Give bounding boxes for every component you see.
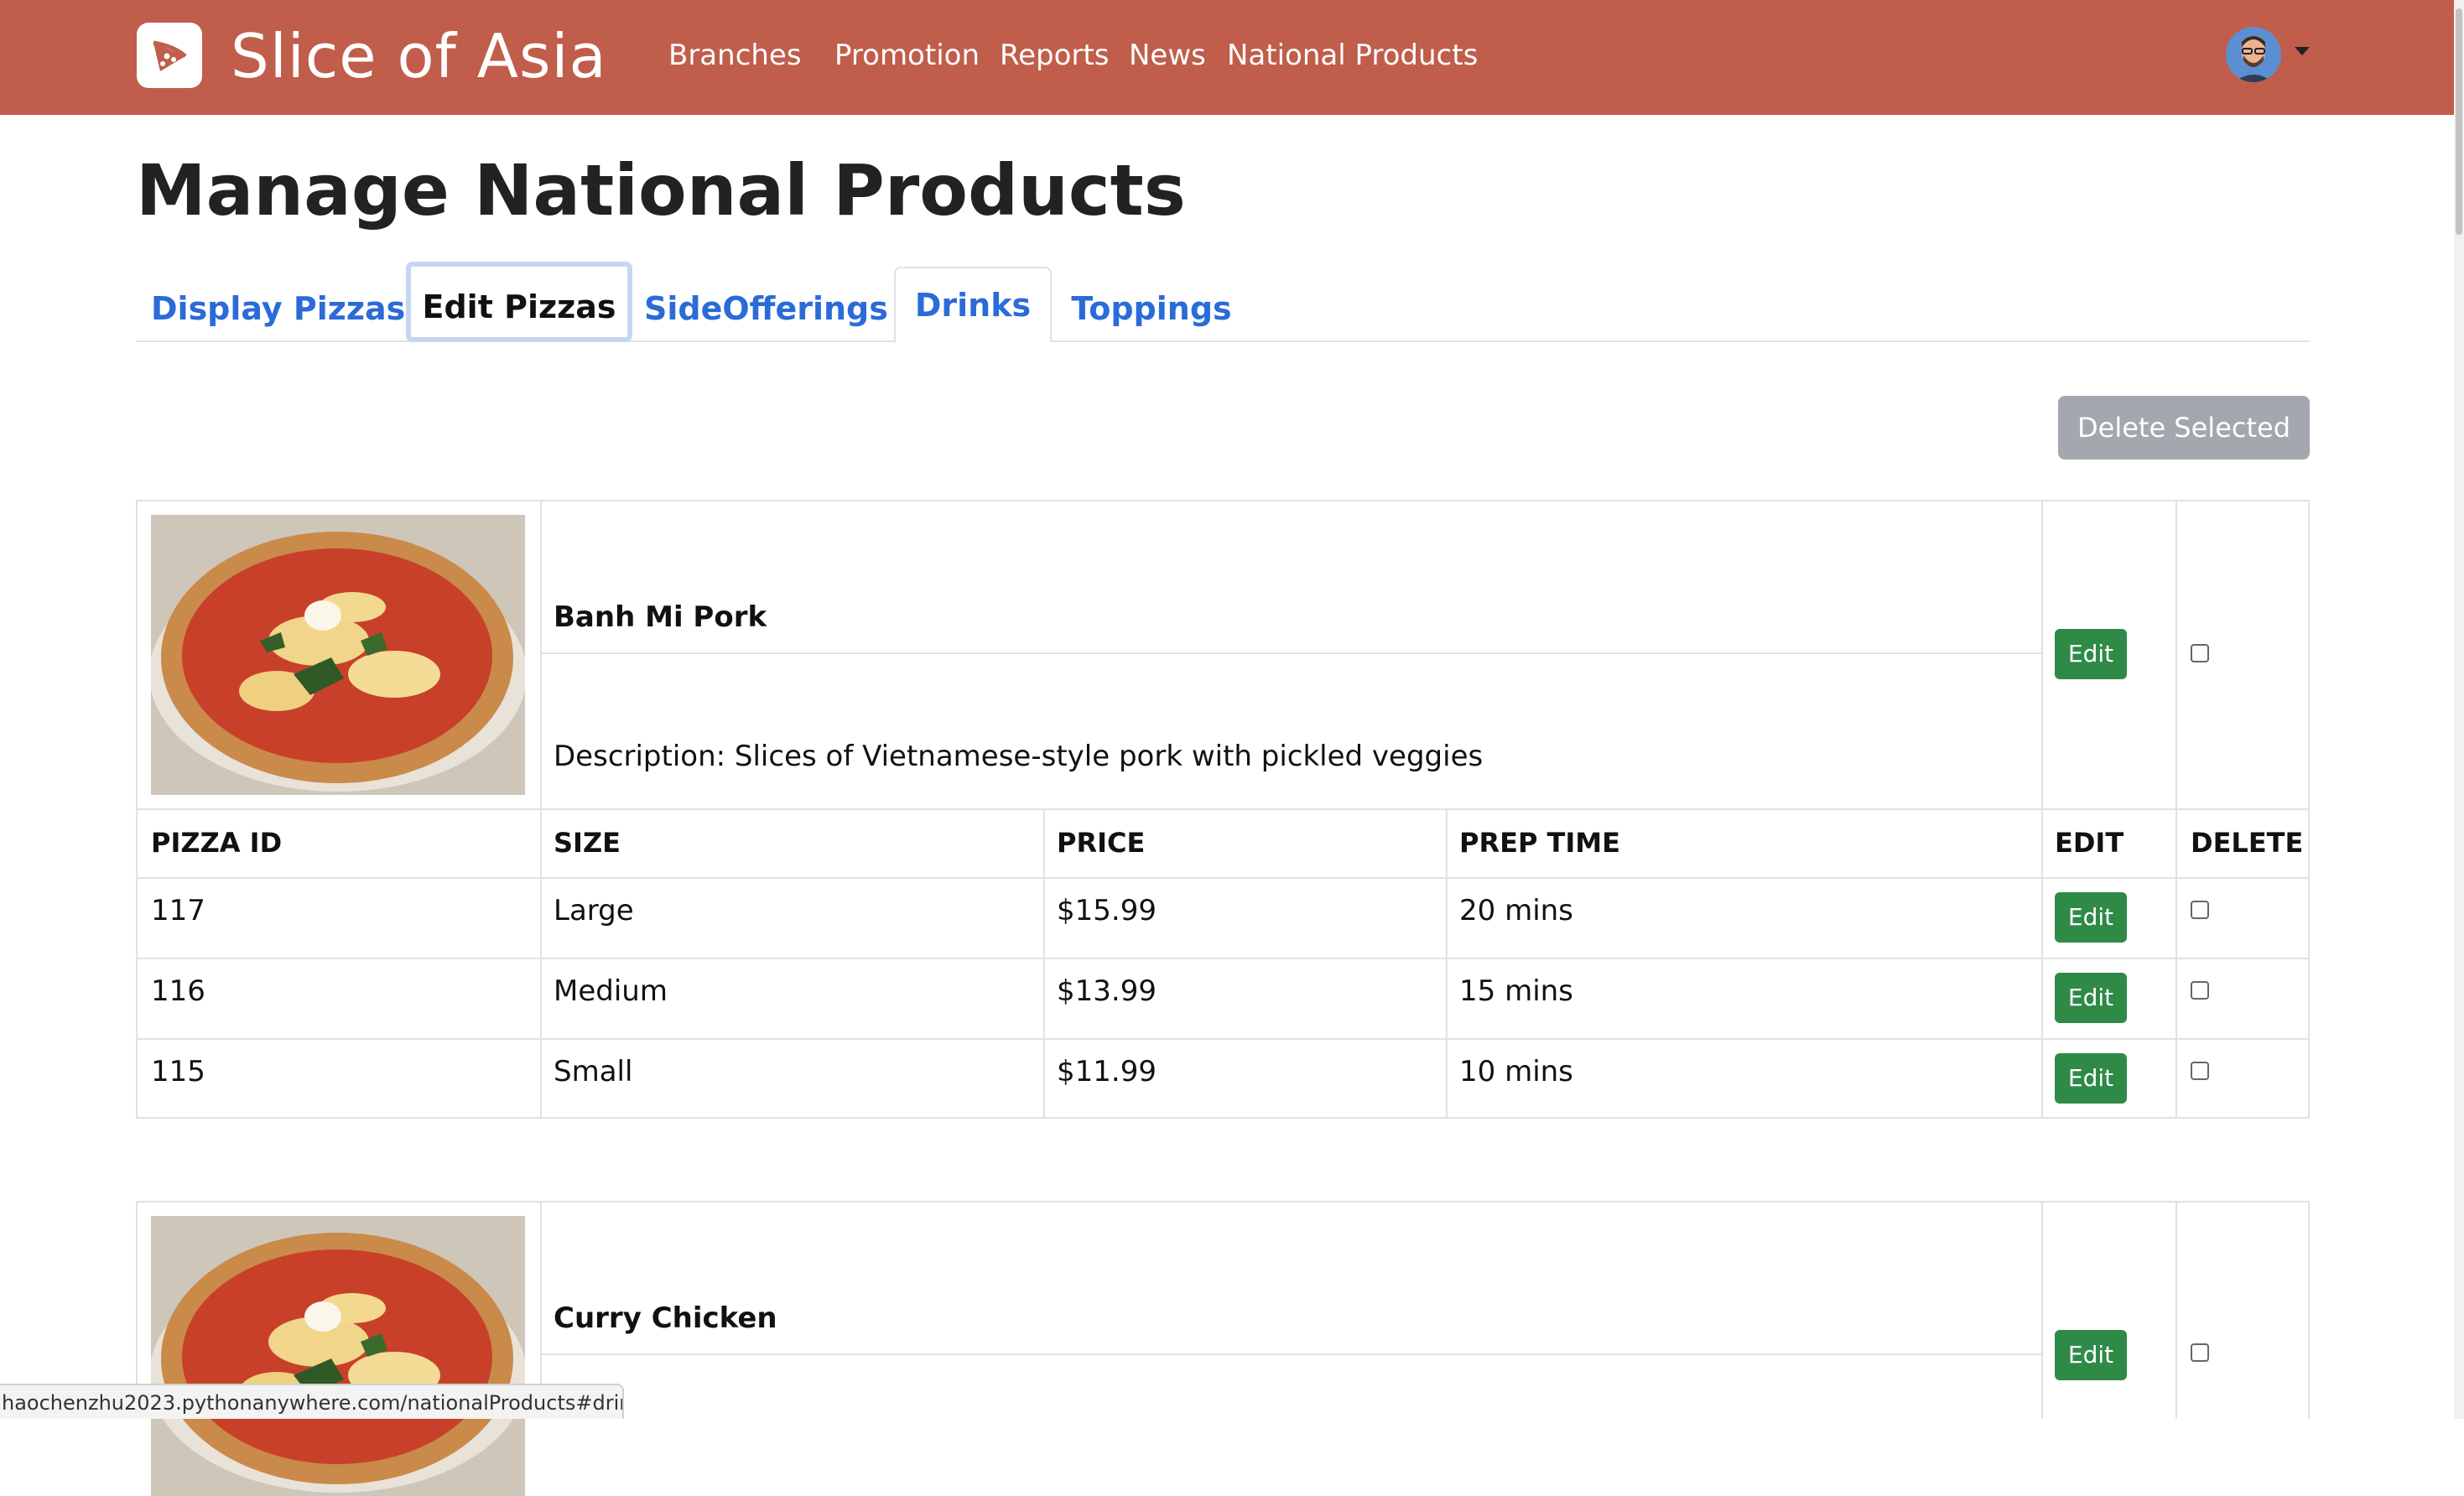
nav-reports[interactable]: Reports [1000, 37, 1109, 74]
cell-pizza-id: 117 [151, 894, 205, 927]
select-product-checkbox[interactable] [2191, 1343, 2209, 1362]
edit-row-button[interactable]: Edit [2055, 973, 2127, 1023]
product-card: Banh Mi Pork Description: Slices of Viet… [136, 500, 2310, 1119]
col-header-size: SIZE [554, 827, 621, 859]
row-divider [138, 808, 2308, 810]
nav-national-products[interactable]: National Products [1227, 37, 1478, 74]
cell-price: $15.99 [1057, 894, 1157, 927]
tab-display-pizzas[interactable]: Display Pizzas [151, 277, 405, 340]
col-header-delete: DELETE [2191, 827, 2304, 859]
edit-row-button[interactable]: Edit [2055, 892, 2127, 943]
pizza-slice-icon [153, 40, 187, 71]
tab-edit-pizzas[interactable]: Edit Pizzas [406, 262, 632, 342]
cell-size: Medium [554, 974, 668, 1008]
cell-pizza-id: 116 [151, 974, 205, 1008]
select-product-checkbox[interactable] [2191, 644, 2209, 662]
col-header-pizza-id: PIZZA ID [151, 827, 283, 859]
product-description: Description: Slices of Vietnamese-style … [554, 740, 1484, 773]
cell-size: Small [554, 1055, 633, 1088]
delete-row-checkbox[interactable] [2191, 1062, 2209, 1080]
column-divider [1446, 808, 1448, 1117]
edit-product-button[interactable]: Edit [2055, 629, 2127, 679]
product-name: Curry Chicken [554, 1301, 777, 1335]
pizza-photo [151, 1216, 525, 1496]
col-header-prep-time: PREP TIME [1459, 827, 1620, 859]
col-header-price: PRICE [1057, 827, 1146, 859]
cell-prep-time: 15 mins [1459, 974, 1573, 1008]
edit-product-button[interactable]: Edit [2055, 1330, 2127, 1380]
top-navbar: Slice of Asia Branches Promotion Reports… [0, 0, 2454, 115]
edit-row-button[interactable]: Edit [2055, 1053, 2127, 1104]
row-divider [540, 1353, 2041, 1355]
cell-pizza-id: 115 [151, 1055, 205, 1088]
avatar-image [2226, 27, 2281, 82]
cell-price: $11.99 [1057, 1055, 1157, 1088]
brand-name[interactable]: Slice of Asia [231, 20, 607, 92]
cell-prep-time: 20 mins [1459, 894, 1573, 927]
pizza-photo [151, 515, 525, 795]
column-divider [2041, 1203, 2043, 1419]
delete-row-checkbox[interactable] [2191, 981, 2209, 1000]
tab-toppings[interactable]: Toppings [1065, 277, 1238, 340]
row-divider [540, 652, 2041, 654]
pizza-image [151, 1216, 525, 1496]
column-divider [2175, 1203, 2177, 1419]
column-divider [1043, 808, 1045, 1117]
tab-drinks[interactable]: Drinks [894, 267, 1052, 342]
row-divider [138, 877, 2308, 879]
delete-row-checkbox[interactable] [2191, 901, 2209, 919]
product-name: Banh Mi Pork [554, 600, 767, 634]
cell-price: $13.99 [1057, 974, 1157, 1008]
row-divider [138, 1038, 2308, 1040]
user-menu-caret-icon[interactable] [2295, 47, 2310, 55]
cell-size: Large [554, 894, 634, 927]
delete-selected-button[interactable]: Delete Selected [2058, 396, 2310, 460]
tab-side-offerings[interactable]: SideOfferings [644, 277, 888, 340]
nav-branches[interactable]: Branches [668, 37, 802, 74]
nav-news[interactable]: News [1129, 37, 1206, 74]
pizza-image [151, 515, 525, 795]
cell-prep-time: 10 mins [1459, 1055, 1573, 1088]
nav-promotion[interactable]: Promotion [834, 37, 980, 74]
brand-logo[interactable] [137, 23, 202, 88]
row-divider [138, 958, 2308, 959]
page-title: Manage National Products [136, 149, 1186, 231]
link-status-bar: haochenzhu2023.pythonanywhere.com/nation… [0, 1384, 624, 1419]
user-avatar[interactable] [2226, 27, 2281, 82]
page-scrollbar-thumb[interactable] [2456, 8, 2462, 235]
col-header-edit: EDIT [2055, 827, 2124, 859]
